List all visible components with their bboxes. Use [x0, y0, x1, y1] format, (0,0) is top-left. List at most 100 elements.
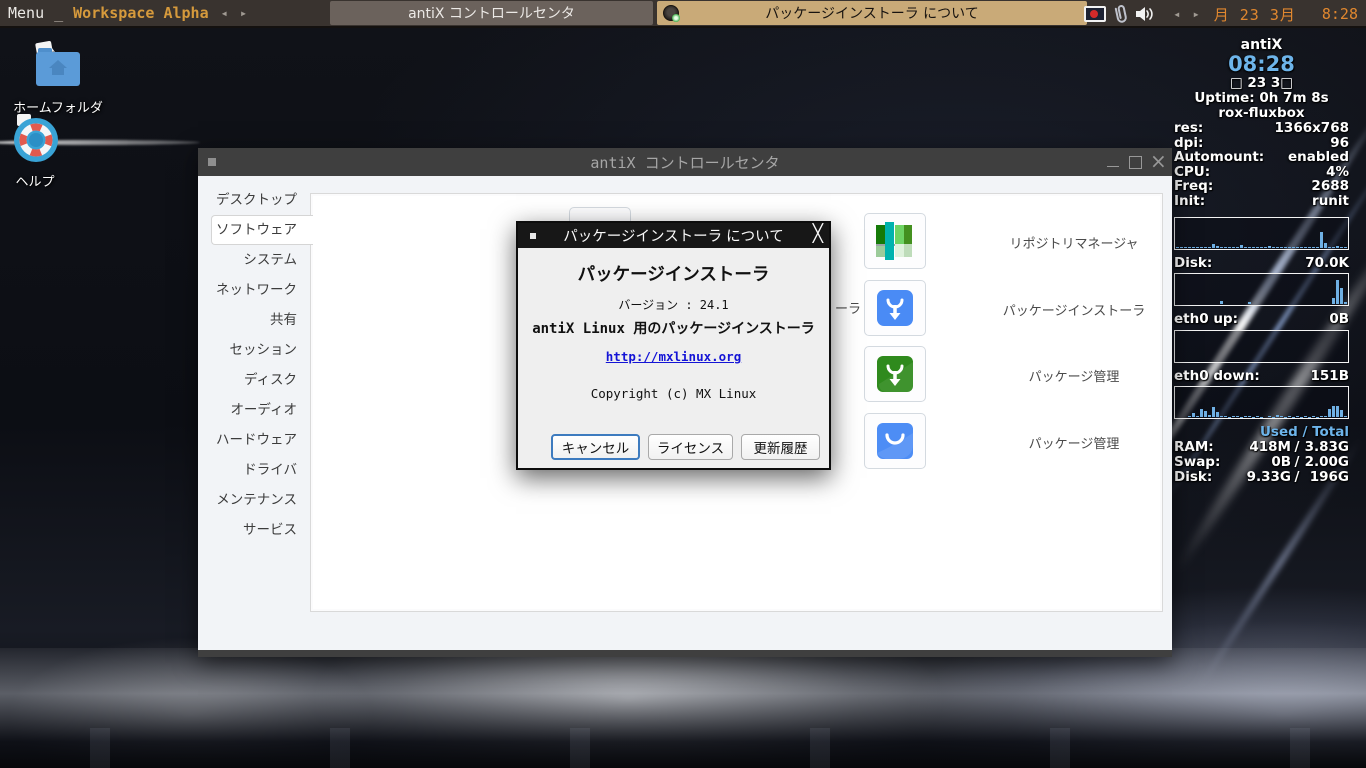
repo-manager-button[interactable] [864, 213, 926, 269]
cpu-graph [1174, 217, 1349, 250]
window-title: antiX コントロールセンタ [590, 152, 779, 173]
stat-value: 4% [1326, 165, 1349, 180]
usage-label: Disk: [1174, 470, 1237, 485]
dialog-title: パッケージインストーラ について [563, 225, 784, 246]
desktop-icon-label: ヘルプ [2, 171, 68, 190]
stat-label: Freq: [1174, 179, 1213, 194]
stat-label: dpi: [1174, 136, 1203, 151]
conky-date: □ 23 3□ [1174, 76, 1349, 91]
dialog-close-icon[interactable]: ╳ [813, 224, 823, 244]
eth0-down-graph [1174, 386, 1349, 419]
synaptic-label[interactable]: パッケージ管理 [959, 366, 1189, 385]
usage-total: 3.83G [1303, 440, 1349, 455]
tab-desktop[interactable]: デスクトップ [211, 185, 311, 215]
menu-button[interactable]: Menu [8, 4, 44, 22]
taskbar: Menu _ Workspace Alpha ◂ ▸ antiX コントロールセ… [0, 0, 1366, 28]
synaptic-button[interactable] [864, 346, 926, 402]
usage-used: 0B [1237, 455, 1291, 470]
dialog-body: パッケージインストーラ バージョン : 24.1 antiX Linux 用のパ… [518, 248, 829, 468]
window-menu-icon[interactable] [208, 158, 216, 166]
desktop-icon-help[interactable]: ヘルプ [2, 114, 68, 190]
cancel-button[interactable]: キャンセル [551, 434, 640, 460]
volume-icon[interactable] [1134, 4, 1156, 24]
close-button[interactable]: × [1150, 155, 1164, 169]
conky-hostname: antiX [1174, 38, 1349, 53]
tab-drivers[interactable]: ドライバ [211, 455, 311, 485]
tab-shares[interactable]: 共有 [211, 305, 311, 335]
conky-stat-row: res: 1366x768 [1174, 121, 1349, 136]
workspace-prev-arrow[interactable]: ◂ [221, 6, 228, 20]
tray-scroll-right-arrow[interactable]: ▸ [1192, 7, 1199, 21]
copyright-text: Copyright (c) MX Linux [518, 386, 829, 401]
package-manager-green-icon [875, 354, 915, 394]
stat-value: 151B [1311, 369, 1349, 384]
tab-disks[interactable]: ディスク [211, 365, 311, 395]
conky-usage-header: Used / Total [1174, 425, 1349, 440]
conky-ram-row: RAM: 418M / 3.83G [1174, 440, 1349, 455]
disk-io-graph [1174, 273, 1349, 306]
app-store-label[interactable]: パッケージ管理 [959, 433, 1189, 452]
taskbar-task-package-installer-about[interactable]: パッケージインストーラ について [657, 1, 1087, 25]
conky-stat-row: Freq: 2688 [1174, 179, 1349, 194]
usage-total: 2.00G [1303, 455, 1349, 470]
maximize-button[interactable] [1128, 155, 1142, 169]
stat-label: CPU: [1174, 165, 1210, 180]
stat-value: 70.0K [1305, 256, 1349, 271]
repo-manager-label[interactable]: リポジトリマネージャ [959, 233, 1189, 252]
package-installer-label[interactable]: パッケージインストーラ [959, 300, 1189, 319]
workspace-next-arrow[interactable]: ▸ [240, 6, 247, 20]
conky-system-monitor: antiX 08:28 □ 23 3□ Uptime: 0h 7m 8s rox… [1174, 38, 1349, 485]
tab-hardware[interactable]: ハードウェア [211, 425, 311, 455]
stat-value: 0B [1329, 312, 1349, 327]
changelog-button[interactable]: 更新履歴 [741, 434, 820, 460]
tab-session[interactable]: セッション [211, 335, 311, 365]
clipboard-paperclip-icon[interactable] [1111, 4, 1129, 24]
taskbar-task-control-center[interactable]: antiX コントロールセンタ [330, 1, 653, 25]
conky-session: rox-fluxbox [1174, 106, 1349, 121]
usage-total: 196G [1303, 470, 1349, 485]
help-lifebuoy-icon [9, 114, 61, 164]
conky-uptime: Uptime: 0h 7m 8s [1174, 91, 1349, 106]
tab-network[interactable]: ネットワーク [211, 275, 311, 305]
minimize-button[interactable] [1106, 155, 1120, 169]
tab-system[interactable]: システム [211, 245, 311, 275]
task-label: パッケージインストーラ について [765, 3, 978, 23]
about-package-installer-dialog: パッケージインストーラ について ╳ パッケージインストーラ バージョン : 2… [516, 221, 831, 470]
window-titlebar[interactable]: antiX コントロールセンタ × [198, 148, 1172, 176]
app-version: バージョン : 24.1 [518, 296, 829, 313]
dialog-menu-icon[interactable] [530, 233, 536, 239]
mxlinux-link[interactable]: http://mxlinux.org [606, 349, 741, 364]
task-label: antiX コントロールセンタ [408, 3, 575, 23]
desktop-icon-home-folder[interactable]: ホームフォルダ [2, 40, 114, 116]
home-folder-icon [28, 40, 88, 90]
stat-value: enabled [1288, 150, 1349, 165]
app-description: antiX Linux 用のパッケージインストーラ [518, 318, 829, 338]
conky-disk-io-row: Disk: 70.0K [1174, 256, 1349, 271]
stat-value: 1366x768 [1275, 121, 1349, 136]
stat-label: res: [1174, 121, 1203, 136]
floor-light-stripes [0, 728, 1366, 768]
license-button[interactable]: ライセンス [648, 434, 733, 460]
package-installer-button[interactable] [864, 280, 926, 336]
taskbar-date: 月 23 3月 [1214, 4, 1296, 25]
keyboard-layout-japan-flag-icon[interactable] [1084, 6, 1106, 22]
conky-stat-row: Automount:enabled [1174, 150, 1349, 165]
tab-maintenance[interactable]: メンテナンス [211, 485, 311, 515]
app-store-button[interactable] [864, 413, 926, 469]
stat-value: 2688 [1311, 179, 1349, 194]
iconified-marker: _ [54, 4, 63, 22]
partial-item-label: ーラ [835, 298, 861, 317]
tab-audio[interactable]: オーディオ [211, 395, 311, 425]
window-bottom-grip[interactable] [198, 650, 1172, 657]
tray-scroll-left-arrow[interactable]: ◂ [1173, 7, 1180, 21]
tab-software[interactable]: ソフトウェア [211, 215, 313, 245]
tab-services[interactable]: サービス [211, 515, 311, 545]
repo-manager-icon [876, 222, 914, 260]
package-installer-mini-icon [663, 5, 679, 21]
dialog-titlebar[interactable]: パッケージインストーラ について ╳ [518, 223, 829, 248]
stat-label: Disk: [1174, 256, 1212, 271]
workspace-label[interactable]: Workspace Alpha [73, 4, 208, 22]
usage-used: 9.33G [1237, 470, 1291, 485]
conky-eth0-up-row: eth0 up:0B [1174, 312, 1349, 327]
stat-value: runit [1312, 194, 1349, 209]
